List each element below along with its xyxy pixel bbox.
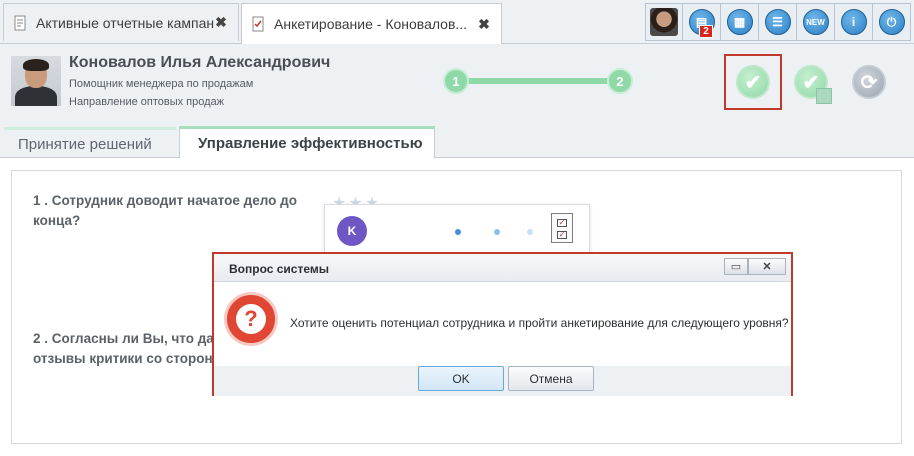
- survey-document-icon: [252, 16, 264, 32]
- new-icon: NEW: [802, 9, 829, 35]
- save-and-complete-button[interactable]: ✔: [782, 54, 840, 110]
- dialog-message: Хотите оценить потенциал сотрудника и пр…: [290, 316, 789, 330]
- section-tab-bar: Принятие решений Управление эффективност…: [0, 122, 914, 159]
- close-icon[interactable]: ✖: [214, 14, 228, 31]
- tab-decision-making[interactable]: Принятие решений: [4, 127, 176, 158]
- info-icon: i: [840, 9, 867, 35]
- dialog-title: Вопрос системы: [229, 262, 329, 276]
- checkmark-icon: ✔: [736, 65, 770, 99]
- loading-dot: [455, 229, 461, 235]
- close-icon[interactable]: ✖: [477, 16, 491, 33]
- tab-performance-management[interactable]: Управление эффективностью: [179, 126, 435, 159]
- step-1[interactable]: 1: [443, 68, 469, 94]
- employee-photo: [11, 56, 61, 106]
- employee-name: Коновалов Илья Александрович: [69, 54, 331, 71]
- notifications-button[interactable]: ▤ 2: [683, 3, 721, 41]
- tab-label: Анкетирование - Коновалов...: [274, 16, 468, 32]
- employee-position: Помощник менеджера по продажам: [69, 78, 254, 90]
- restore-icon[interactable]: ▭: [724, 258, 748, 275]
- table-icon: ▦: [726, 9, 753, 35]
- checklist-button[interactable]: ☰: [759, 3, 797, 41]
- header-actions: ✔ ✔ ⟳: [724, 54, 898, 110]
- refresh-button[interactable]: ⟳: [840, 54, 898, 110]
- top-toolbar: ▤ 2 ▦ ☰ NEW i ⏻: [645, 3, 911, 41]
- loading-popup: K ✓ ✓: [324, 204, 590, 254]
- refresh-icon: ⟳: [852, 65, 886, 99]
- loading-dot: [494, 229, 500, 235]
- notification-count-badge: 2: [699, 25, 713, 38]
- stepper-line: [461, 78, 621, 84]
- floppy-disk-icon: [816, 88, 832, 104]
- info-button[interactable]: i: [835, 3, 873, 41]
- user-avatar: [650, 8, 678, 36]
- checklist-document-icon: ✓ ✓: [551, 213, 573, 243]
- dialog-titlebar[interactable]: Вопрос системы ▭ ✕: [214, 254, 791, 282]
- employee-department: Направление оптовых продаж: [69, 96, 225, 108]
- progress-stepper: 1 2: [441, 68, 635, 94]
- app-logo-text: K: [347, 224, 357, 238]
- user-avatar-button[interactable]: [645, 3, 683, 41]
- cancel-button[interactable]: Отмена: [508, 366, 594, 391]
- ok-button[interactable]: OK: [418, 366, 504, 391]
- tab-active-campaigns[interactable]: Активные отчетные кампании ✖: [3, 3, 239, 41]
- app-logo-icon: K: [337, 216, 367, 246]
- employee-header: Коновалов Илья Александрович Помощник ме…: [0, 44, 914, 122]
- power-button[interactable]: ⏻: [873, 3, 911, 41]
- new-button[interactable]: NEW: [797, 3, 835, 41]
- complete-button[interactable]: ✔: [724, 54, 782, 110]
- close-icon[interactable]: ✕: [748, 258, 786, 275]
- table-button[interactable]: ▦: [721, 3, 759, 41]
- step-2[interactable]: 2: [607, 68, 633, 94]
- loading-dot: [527, 229, 533, 235]
- dialog-footer: OK Отмена: [214, 366, 791, 396]
- tab-label: Активные отчетные кампании: [36, 14, 214, 31]
- window-tab-bar: Активные отчетные кампании ✖ Анкетирован…: [0, 0, 914, 44]
- system-question-dialog: Вопрос системы ▭ ✕ ? Хотите оценить поте…: [212, 252, 793, 396]
- checklist-icon: ☰: [764, 9, 791, 35]
- question-1: 1 . Сотрудник доводит начатое дело до ко…: [33, 193, 297, 228]
- document-icon: [14, 15, 26, 30]
- dialog-body: ? Хотите оценить потенциал сотрудника и …: [214, 282, 791, 366]
- power-icon: ⏻: [878, 9, 905, 35]
- tab-survey[interactable]: Анкетирование - Коновалов... ✖: [241, 3, 502, 44]
- question-mark-icon: ?: [224, 292, 278, 346]
